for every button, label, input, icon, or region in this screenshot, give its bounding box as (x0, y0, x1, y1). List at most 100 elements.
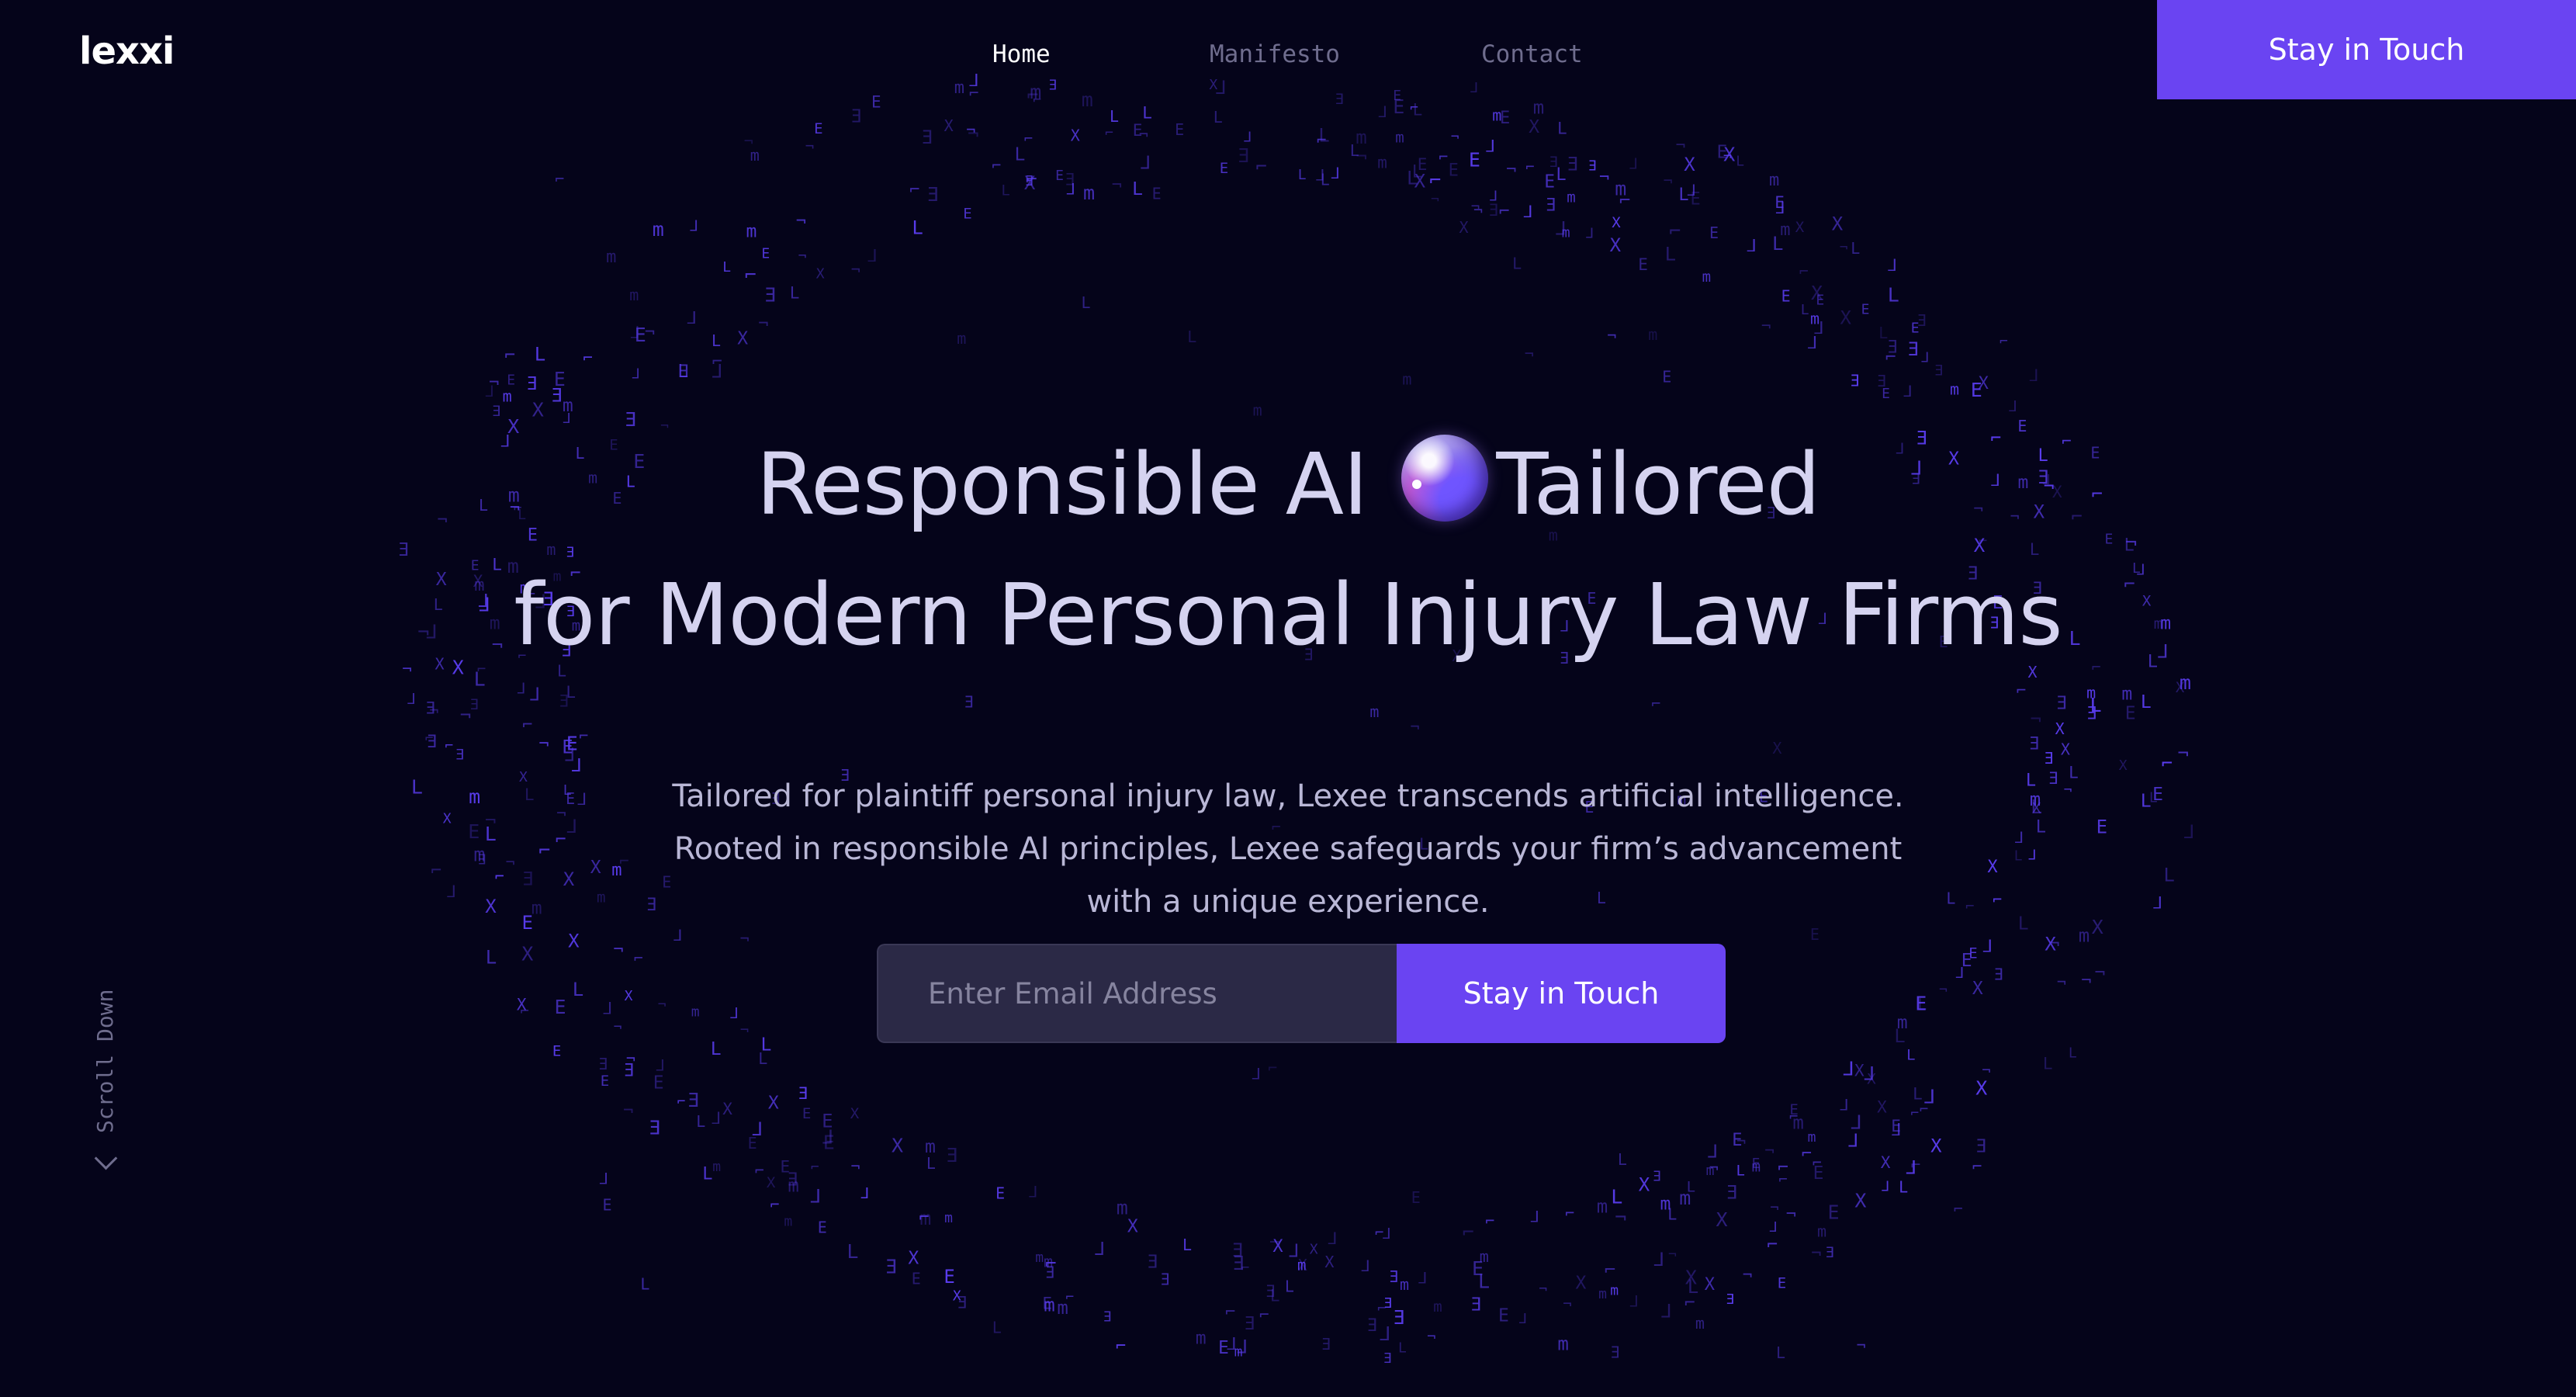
background-letter: m (1433, 1298, 1442, 1316)
background-letter: L (722, 259, 731, 276)
background-letter: Ǝ (526, 374, 537, 394)
background-letter: Ǝ (1726, 1182, 1737, 1204)
email-field[interactable] (877, 944, 1397, 1043)
background-letter: ⅃ (687, 309, 697, 328)
chevron-down-icon (94, 1146, 118, 1170)
background-letter: ⅃ (1531, 1208, 1539, 1226)
background-letter: ¬ (1563, 1295, 1571, 1312)
background-letter: m (1400, 1275, 1409, 1294)
background-letter: m (606, 248, 616, 267)
background-letter: X (1459, 218, 1469, 237)
background-letter: Ǝ (1825, 1244, 1833, 1261)
background-letter: ⅃ (1840, 1095, 1849, 1114)
background-letter: ⅃ (1770, 1219, 1778, 1236)
background-letter: ¬ (1506, 161, 1516, 180)
background-letter: L (711, 1039, 722, 1059)
background-letter: L (1906, 1046, 1915, 1063)
nav-link-manifesto[interactable]: Manifesto (1210, 40, 1340, 68)
background-letter: ¬ (1723, 148, 1732, 165)
background-letter: ⌐ (1619, 189, 1630, 211)
background-letter: L (1214, 108, 1223, 127)
background-letter: X (532, 398, 544, 421)
background-letter: X (1705, 1275, 1716, 1295)
background-letter: Ǝ (1231, 1239, 1242, 1261)
background-letter: L (1776, 1343, 1785, 1362)
background-letter: L (1772, 233, 1783, 255)
background-letter: E (1133, 121, 1143, 140)
background-letter: Ǝ (926, 183, 938, 206)
headline-line1-before: Responsible AI (756, 435, 1369, 534)
background-letter: ¬ (1676, 136, 1686, 154)
background-letter: L (1801, 302, 1809, 318)
background-letter: X (521, 943, 533, 965)
nav-link-contact[interactable]: Contact (1481, 40, 1583, 68)
background-letter: X (1716, 1208, 1728, 1231)
background-letter: ¬ (1709, 1158, 1719, 1177)
background-letter: E (802, 1105, 811, 1122)
scroll-down-indicator[interactable]: Scroll Down (87, 986, 124, 1172)
background-letter: E (1752, 1156, 1761, 1172)
background-letter: m (1950, 380, 1959, 399)
background-letter: ⅃ (1556, 218, 1566, 240)
background-letter: m (1395, 130, 1404, 147)
background-letter: m (629, 286, 639, 304)
background-letter: L (1132, 179, 1143, 199)
background-letter: ¬ (851, 1157, 860, 1176)
background-letter: X (1854, 1062, 1864, 1080)
background-letter: L (2069, 1045, 2077, 1062)
background-letter: L (486, 946, 497, 968)
background-letter: ⅃ (1882, 1179, 1889, 1195)
background-letter: ¬ (1761, 317, 1771, 335)
background-letter: ⌐ (1116, 1336, 1126, 1356)
background-letter: ⅃ (1888, 256, 1897, 275)
nav-link-home[interactable]: Home (992, 40, 1051, 68)
background-letter: L (1557, 120, 1567, 138)
background-letter: E (1175, 120, 1184, 139)
background-letter: ¬ (1431, 192, 1439, 208)
background-letter: ⌐ (755, 1161, 764, 1180)
background-letter: X (722, 1100, 732, 1118)
background-letter: m (1356, 127, 1366, 148)
background-letter: Ǝ (1610, 1343, 1619, 1362)
background-letter: ⅃ (1095, 1239, 1105, 1260)
background-letter: ¬ (1743, 1265, 1753, 1284)
background-letter: L (1736, 1162, 1745, 1179)
background-letter: Ǝ (1567, 153, 1577, 175)
description-line-2: Rooted in responsible AI principles, Lex… (673, 831, 1903, 867)
background-letter: m (563, 396, 573, 416)
background-letter: ¬ (740, 1022, 749, 1039)
background-letter: ⌐ (1225, 1302, 1235, 1322)
background-letter: Ǝ (1653, 1169, 1661, 1185)
background-letter: ¬ (1857, 1336, 1866, 1354)
background-letter: X (1071, 126, 1080, 144)
background-letter: Ǝ (1393, 1306, 1404, 1329)
stay-in-touch-header-button[interactable]: Stay in Touch (2157, 0, 2576, 99)
background-letter: ¬ (1840, 240, 1848, 256)
background-letter: Ǝ (1975, 1137, 1986, 1157)
background-letter: m (788, 1174, 798, 1196)
background-letter: ¬ (1939, 982, 1948, 998)
background-letter: ⌐ (1605, 1259, 1615, 1281)
background-letter: ¬ (758, 314, 768, 334)
background-letter: E (1781, 287, 1791, 306)
background-letter: E (1915, 992, 1927, 1014)
background-letter: ⌐ (504, 345, 515, 366)
background-letter: ¬ (1599, 168, 1609, 188)
background-letter: Ǝ (946, 1144, 957, 1166)
background-letter: L (1398, 1340, 1407, 1357)
background-letter: ¬ (1427, 1328, 1435, 1345)
background-letter: X (850, 1105, 860, 1122)
background-letter: ⅃ (1892, 1121, 1901, 1140)
background-letter: ⅃ (600, 1169, 608, 1187)
stay-in-touch-submit-button[interactable]: Stay in Touch (1397, 944, 1726, 1043)
background-letter: m (1695, 1314, 1705, 1333)
background-letter: L (1110, 107, 1119, 126)
background-letter: ¬ (623, 1101, 633, 1121)
background-letter: m (1083, 182, 1095, 204)
background-letter: X (1832, 213, 1844, 235)
description-line-3: with a unique experience. (1086, 884, 1490, 920)
background-letter: m (1660, 1194, 1671, 1215)
background-letter: m (1253, 400, 1262, 419)
background-letter: L (1182, 1236, 1192, 1254)
background-letter: ⌐ (1911, 1156, 1921, 1174)
